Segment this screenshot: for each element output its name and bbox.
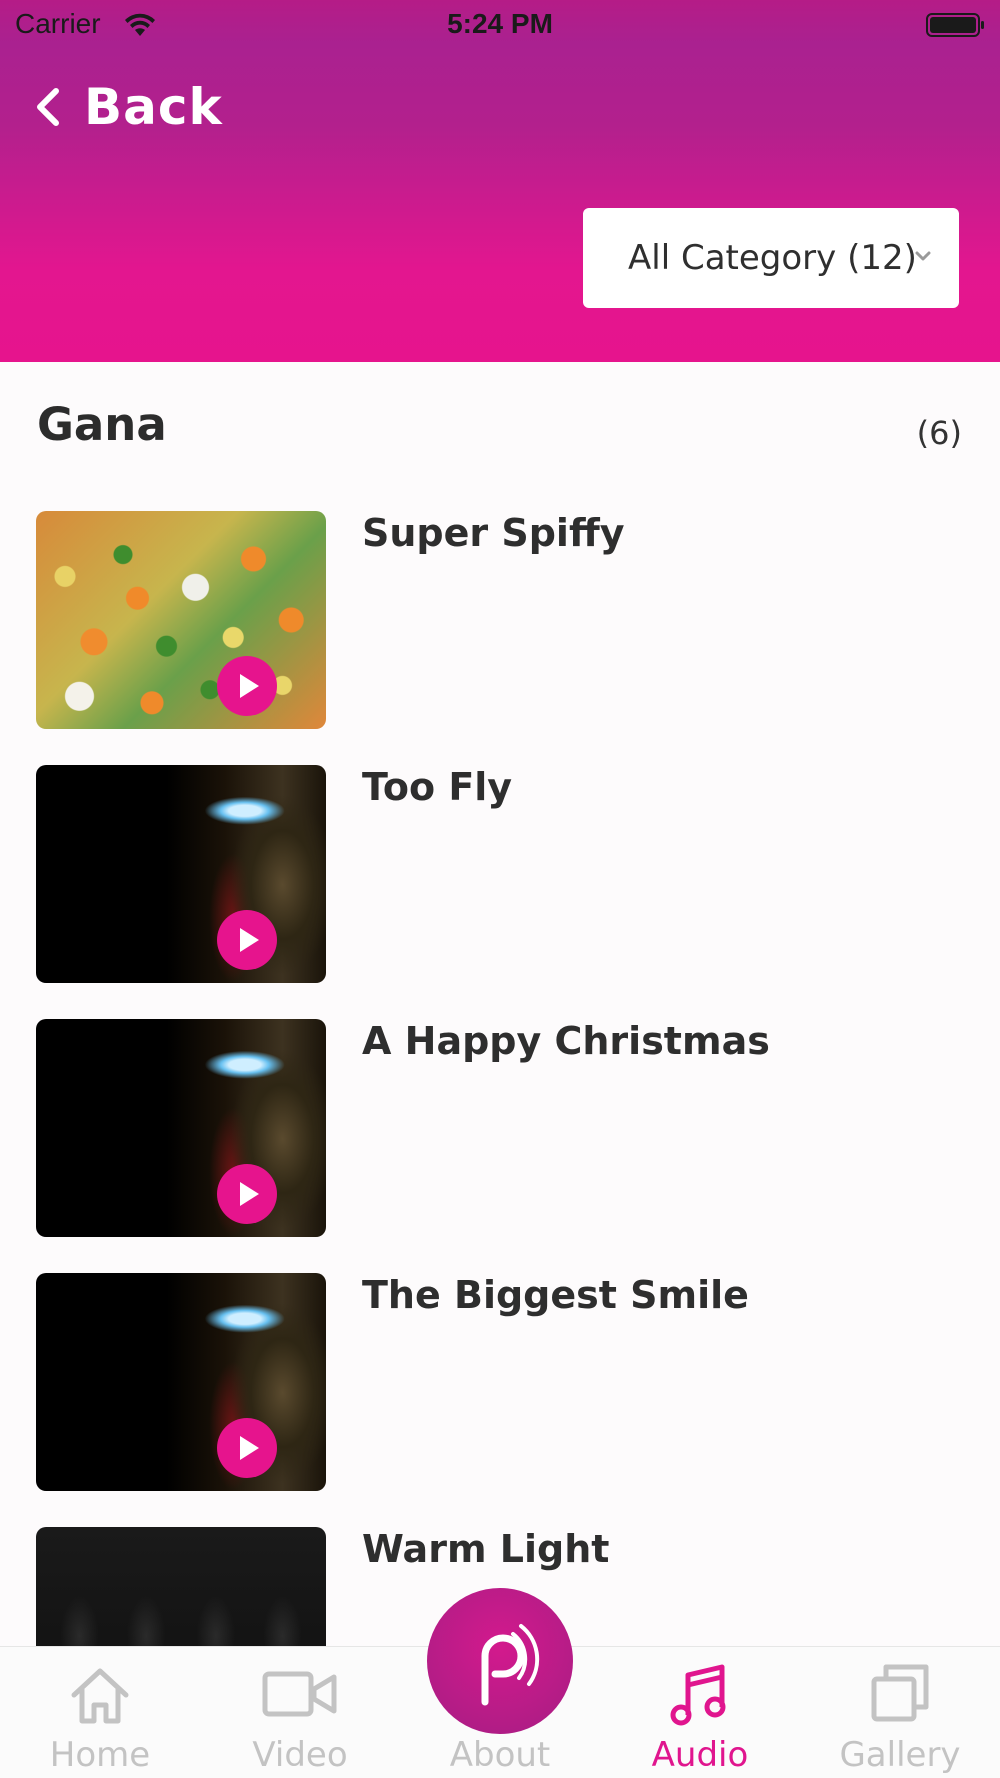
video-icon [262, 1671, 337, 1717]
list-item[interactable]: The Biggest Smile [0, 1273, 1000, 1491]
list-item[interactable]: Too Fly [0, 765, 1000, 983]
about-center-button[interactable] [427, 1588, 573, 1734]
item-title: Super Spiffy [362, 511, 625, 555]
gallery-icon [871, 1664, 929, 1722]
category-select[interactable]: All Category (12) [583, 208, 959, 308]
tab-label: Gallery [839, 1735, 961, 1775]
thumbnail-image [36, 765, 326, 983]
tab-label: Audio [651, 1735, 749, 1775]
thumbnail-image [36, 1019, 326, 1237]
tab-home[interactable]: Home [0, 1647, 200, 1778]
chevron-left-icon [37, 88, 59, 126]
tab-gallery[interactable]: Gallery [800, 1647, 1000, 1778]
back-button[interactable]: Back [34, 76, 223, 138]
thumbnail-image [36, 511, 326, 729]
item-title: A Happy Christmas [362, 1019, 770, 1063]
section-title: Gana [37, 398, 167, 451]
home-icon [71, 1668, 129, 1724]
clock-label: 5:24 PM [447, 8, 553, 39]
tab-audio[interactable]: Audio [600, 1647, 800, 1778]
back-label: Back [84, 78, 223, 136]
play-icon[interactable] [217, 910, 277, 970]
category-select-value: All Category (12) [628, 238, 917, 278]
tab-label: About [449, 1735, 551, 1775]
tab-label: Home [49, 1735, 151, 1775]
play-icon[interactable] [217, 1418, 277, 1478]
item-title: The Biggest Smile [362, 1273, 749, 1317]
thumbnail-image [36, 1273, 326, 1491]
section-count: (6) [916, 414, 962, 452]
item-title: Warm Light [362, 1527, 610, 1571]
list-item[interactable]: A Happy Christmas [0, 1019, 1000, 1237]
tab-label: Video [252, 1735, 348, 1775]
battery-icon [926, 13, 984, 37]
list-item[interactable]: Super Spiffy [0, 511, 1000, 729]
audio-list[interactable]: Super Spiffy Too Fly A Happy Christmas T… [0, 511, 1000, 1646]
chevron-down-icon [915, 251, 931, 261]
music-note-icon [670, 1664, 726, 1726]
play-icon[interactable] [217, 1164, 277, 1224]
thumbnail-image [36, 1527, 326, 1646]
podcast-logo-icon [481, 1624, 540, 1706]
play-icon[interactable] [217, 656, 277, 716]
tab-video[interactable]: Video [200, 1647, 400, 1778]
status-bar: Carrier 5:24 PM [0, 0, 1000, 48]
item-title: Too Fly [362, 765, 513, 809]
